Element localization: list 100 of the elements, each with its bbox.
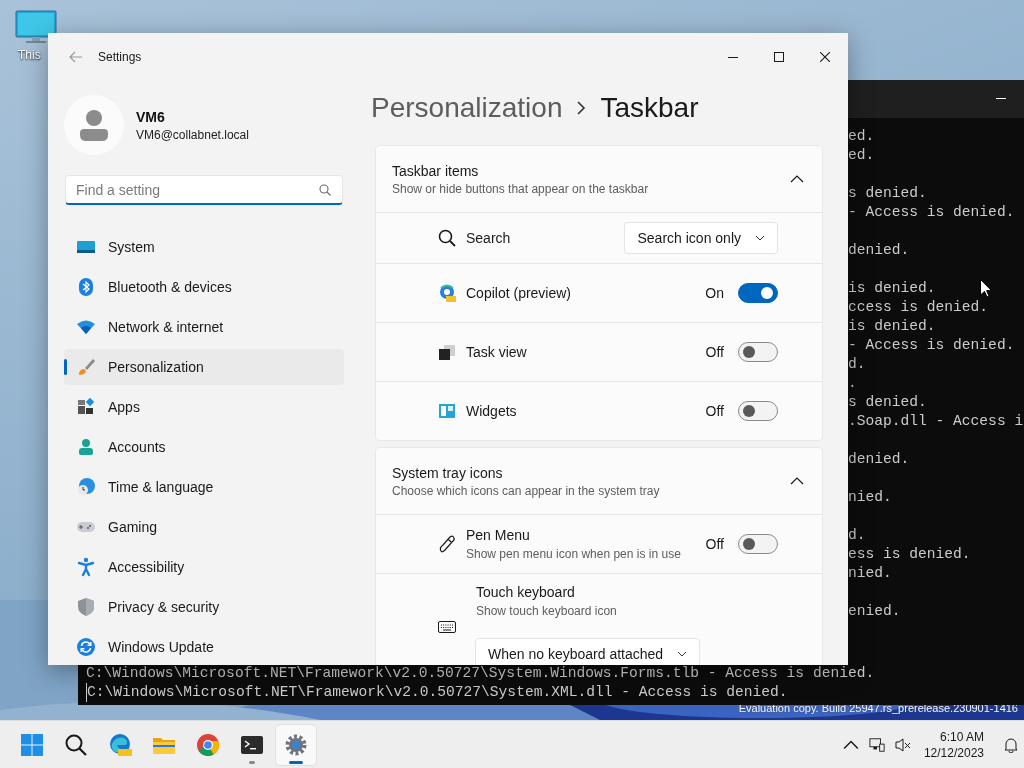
card-subtitle: Show or hide buttons that appear on the taskbar xyxy=(392,181,650,196)
running-indicator xyxy=(249,760,255,764)
console-line: ed. xyxy=(848,127,875,146)
setting-description: Show pen menu icon when pen is in use xyxy=(466,547,682,561)
search-icon[interactable] xyxy=(319,184,331,196)
notification-bell-icon[interactable] xyxy=(1003,736,1019,753)
chevron-right-icon xyxy=(576,101,587,115)
setting-label: Widgets xyxy=(466,403,518,419)
console-line: is denied. xyxy=(848,279,936,298)
nav-item[interactable]: Windows Update xyxy=(64,629,344,665)
avatar-icon[interactable] xyxy=(64,95,124,155)
chevron-up-icon[interactable] xyxy=(790,476,804,486)
apps-icon xyxy=(76,397,96,417)
setting-label: Copilot (preview) xyxy=(466,285,573,301)
dropdown[interactable]: Search icon only xyxy=(624,222,778,254)
toggle-state: On xyxy=(705,285,724,301)
console-line: enied. xyxy=(848,602,901,621)
chrome-icon xyxy=(196,732,220,757)
nav-item[interactable]: Privacy & security xyxy=(64,589,344,625)
shield-icon xyxy=(76,597,96,617)
console-line: . xyxy=(848,374,857,393)
user-email: VM6@collabnet.local xyxy=(136,127,249,142)
keyboard-icon xyxy=(438,618,456,636)
console-line: nied. xyxy=(848,488,892,507)
browser-icon xyxy=(108,732,132,757)
toggle-state: Off xyxy=(705,536,724,552)
console-line: nied. xyxy=(848,564,892,583)
pen-icon xyxy=(438,535,456,553)
toggle-state: Off xyxy=(705,344,724,360)
nav-item[interactable]: System xyxy=(64,229,344,265)
console-line: d. xyxy=(848,355,866,374)
toggle-switch[interactable] xyxy=(738,401,778,421)
mouse-pointer-icon xyxy=(980,279,992,298)
selection-indicator xyxy=(64,359,67,375)
chevron-up-icon[interactable] xyxy=(790,174,804,184)
chevron-down-icon xyxy=(677,651,688,657)
console-line: s denied. xyxy=(848,184,927,203)
card-header[interactable]: System tray icons Choose which icons can appear in the system tray xyxy=(376,448,822,515)
console-line: - Access is denied. xyxy=(848,203,1015,222)
watermark-text: Evaluation copy. Build 25947.rs_prerelease.230901-1416 xyxy=(738,702,1018,714)
monitor-icon[interactable] xyxy=(14,10,58,44)
desktop-icon-label: This xyxy=(18,48,41,62)
card-subtitle: Choose which icons can appear in the system tray xyxy=(392,483,661,498)
toggle-switch[interactable] xyxy=(738,283,778,303)
nav-item[interactable]: Bluetooth & devices xyxy=(64,269,344,305)
back-arrow-icon[interactable] xyxy=(69,51,83,63)
console-line: .Soap.dll - Access i xyxy=(848,412,1024,431)
breadcrumb-link[interactable]: Personalization xyxy=(371,92,563,124)
network-icon[interactable] xyxy=(868,736,885,753)
console-line: denied. xyxy=(848,241,910,260)
nav-item[interactable]: Accounts xyxy=(64,429,344,465)
user-name: VM6 xyxy=(136,108,166,125)
toggle-state: Off xyxy=(705,403,724,419)
minimize-icon[interactable] xyxy=(996,98,1006,100)
console-line: d. xyxy=(848,526,866,545)
nav-item[interactable]: Network & internet xyxy=(64,309,344,345)
task-view-icon xyxy=(438,343,456,361)
console-line: - Access is denied. xyxy=(848,336,1015,355)
console-line: ccess is denied. xyxy=(848,298,989,317)
clock-globe-icon xyxy=(76,477,96,497)
nav-item[interactable]: Gaming xyxy=(64,509,344,545)
windows-logo-icon[interactable] xyxy=(21,733,43,756)
console-line: ed. xyxy=(848,146,875,165)
console-line: C:\Windows\Microsoft.NET\Framework\v2.0.50727\System.XML.dll - Access is denied. xyxy=(86,683,788,702)
dropdown[interactable]: When no keyboard attached xyxy=(475,638,701,665)
maximize-icon[interactable] xyxy=(774,52,784,62)
toggle-switch[interactable] xyxy=(738,534,778,554)
console-line: ess is denied. xyxy=(848,545,971,564)
nav-item[interactable]: Time & language xyxy=(64,469,344,505)
setting-label: Pen Menu xyxy=(466,527,531,543)
speaker-muted-icon[interactable] xyxy=(894,736,911,753)
search-icon xyxy=(438,229,456,247)
setting-label: Task view xyxy=(466,344,528,360)
card-title: Taskbar items xyxy=(392,162,480,179)
card-header[interactable]: Taskbar items Show or hide buttons that appear on the taskbar xyxy=(376,146,822,213)
nav-item[interactable]: Personalization xyxy=(64,349,344,385)
console-line: s denied. xyxy=(848,393,927,412)
card-title: System tray icons xyxy=(392,464,504,481)
widgets-icon xyxy=(438,402,456,420)
bluetooth-icon xyxy=(76,277,96,297)
search-field[interactable]: Find a setting xyxy=(65,175,343,205)
clock[interactable]: 6:10 AM 12/12/2023 xyxy=(923,728,984,761)
refresh-icon xyxy=(76,637,96,657)
accessibility-icon xyxy=(76,557,96,577)
console-line: denied. xyxy=(848,450,910,469)
gear-icon xyxy=(284,732,308,757)
close-icon[interactable] xyxy=(820,52,830,62)
nav-item[interactable]: Accessibility xyxy=(64,549,344,585)
search-icon xyxy=(64,732,88,757)
setting-description: Show touch keyboard icon xyxy=(476,604,618,618)
console-line: is denied. xyxy=(848,317,936,336)
copilot-icon xyxy=(438,284,456,302)
person-icon xyxy=(76,437,96,457)
page-title: Taskbar xyxy=(600,92,699,124)
nav-item[interactable]: Apps xyxy=(64,389,344,425)
toggle-switch[interactable] xyxy=(738,342,778,362)
setting-label: Search xyxy=(466,230,512,246)
chevron-down-icon xyxy=(755,235,765,241)
window-title: Settings xyxy=(98,50,142,64)
running-indicator xyxy=(289,760,303,764)
